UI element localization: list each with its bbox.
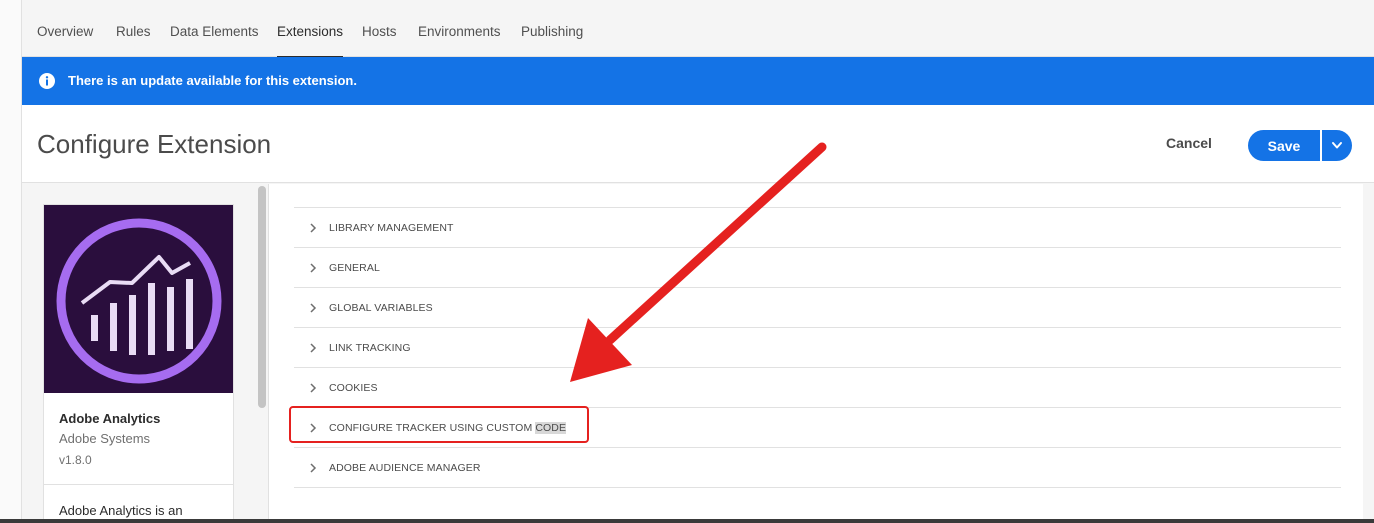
section-label: GENERAL [329, 262, 380, 274]
section-label: GLOBAL VARIABLES [329, 302, 433, 314]
tab-rules[interactable]: Rules [116, 24, 151, 57]
left-gutter [0, 0, 22, 523]
save-button[interactable]: Save [1248, 130, 1320, 161]
chevron-right-icon [310, 303, 317, 313]
section-general[interactable]: GENERAL [294, 248, 1341, 288]
config-panel: LIBRARY MANAGEMENT GENERAL GLOBAL VARIAB… [268, 184, 1363, 523]
chevron-right-icon [310, 223, 317, 233]
sidebar-scrollbar-thumb[interactable] [258, 186, 266, 408]
annotation-highlight-box [289, 406, 589, 443]
save-button-group: Save [1248, 130, 1352, 161]
section-cookies[interactable]: COOKIES [294, 368, 1341, 408]
extension-card: Adobe Analytics Adobe Systems v1.8.0 Ado… [43, 204, 234, 523]
update-banner: There is an update available for this ex… [22, 57, 1374, 105]
banner-message: There is an update available for this ex… [68, 73, 357, 88]
bottom-bar [0, 519, 1374, 523]
page-header: Configure Extension Cancel Save [22, 105, 1374, 183]
cancel-button[interactable]: Cancel [1166, 135, 1212, 151]
page-title: Configure Extension [37, 129, 272, 159]
chevron-right-icon [310, 263, 317, 273]
chevron-down-icon [1332, 142, 1342, 149]
chevron-right-icon [310, 463, 317, 473]
info-icon [39, 73, 55, 89]
adobe-analytics-logo [44, 205, 233, 393]
section-label: ADOBE AUDIENCE MANAGER [329, 462, 481, 474]
section-library-management[interactable]: LIBRARY MANAGEMENT [294, 208, 1341, 248]
section-link-tracking[interactable]: LINK TRACKING [294, 328, 1341, 368]
section-label: LINK TRACKING [329, 342, 411, 354]
section-label: LIBRARY MANAGEMENT [329, 222, 454, 234]
section-list: LIBRARY MANAGEMENT GENERAL GLOBAL VARIAB… [294, 207, 1341, 488]
extension-vendor: Adobe Systems [59, 431, 151, 446]
tab-data-elements[interactable]: Data Elements [170, 24, 259, 57]
extension-sidebar: Adobe Analytics Adobe Systems v1.8.0 Ado… [22, 184, 268, 523]
extension-description: Adobe Analytics is an [59, 503, 183, 518]
section-adobe-audience-manager[interactable]: ADOBE AUDIENCE MANAGER [294, 448, 1341, 488]
chevron-right-icon [310, 383, 317, 393]
extension-version: v1.8.0 [59, 453, 92, 467]
top-nav: Overview Rules Data Elements Extensions … [22, 0, 1374, 58]
right-edge [1363, 184, 1374, 523]
tab-hosts[interactable]: Hosts [362, 24, 397, 57]
tab-environments[interactable]: Environments [418, 24, 501, 57]
card-divider [44, 484, 233, 485]
chevron-right-icon [310, 343, 317, 353]
section-label: COOKIES [329, 382, 378, 394]
tab-publishing[interactable]: Publishing [521, 24, 583, 57]
tab-extensions[interactable]: Extensions [277, 24, 344, 58]
extension-name: Adobe Analytics [59, 411, 161, 426]
section-global-variables[interactable]: GLOBAL VARIABLES [294, 288, 1341, 328]
save-options-button[interactable] [1322, 130, 1352, 161]
tab-overview[interactable]: Overview [37, 24, 93, 57]
